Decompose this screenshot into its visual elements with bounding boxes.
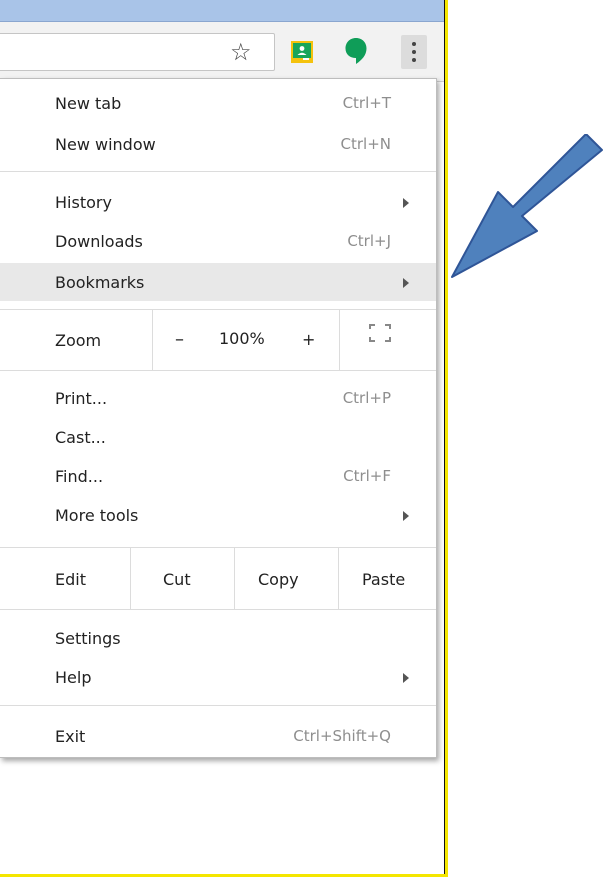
menu-item-shortcut: Ctrl+N (340, 135, 391, 153)
chrome-main-menu: New tab Ctrl+T New window Ctrl+N History… (0, 78, 437, 758)
edit-label: Edit (55, 570, 86, 589)
edit-row: Edit Cut Copy Paste (0, 548, 436, 609)
menu-item-label: Bookmarks (55, 273, 145, 292)
menu-item-shortcut: Ctrl+Shift+Q (293, 727, 391, 745)
menu-divider (0, 609, 436, 610)
more-options-icon[interactable] (401, 35, 427, 69)
menu-item-label: History (55, 193, 112, 212)
zoom-row: Zoom – 100% + (0, 310, 436, 370)
submenu-arrow-icon (403, 198, 409, 208)
menu-item-label: Cast... (55, 428, 106, 447)
paste-button[interactable]: Paste (362, 570, 405, 589)
menu-item-shortcut: Ctrl+J (347, 232, 391, 250)
menu-item-help[interactable]: Help (0, 661, 436, 693)
menu-item-shortcut: Ctrl+T (342, 94, 391, 112)
menu-item-find[interactable]: Find... Ctrl+F (0, 460, 436, 492)
hangouts-icon[interactable] (344, 37, 368, 65)
zoom-in-button[interactable]: + (302, 330, 315, 349)
address-bar[interactable]: ☆ (0, 33, 275, 71)
menu-divider (0, 171, 436, 172)
browser-window: ☆ New tab Ctrl+T New window Ctrl+N Histo… (0, 0, 446, 877)
menu-divider (339, 310, 340, 370)
google-classroom-icon[interactable] (290, 40, 314, 64)
submenu-arrow-icon (403, 511, 409, 521)
menu-item-label: More tools (55, 506, 139, 525)
star-icon[interactable]: ☆ (230, 40, 252, 64)
menu-divider (0, 370, 436, 371)
menu-item-new-window[interactable]: New window Ctrl+N (0, 128, 436, 160)
menu-item-label: New tab (55, 94, 122, 113)
menu-item-label: Help (55, 668, 92, 687)
menu-divider (130, 548, 131, 609)
menu-divider (152, 310, 153, 370)
menu-item-history[interactable]: History (0, 186, 436, 218)
menu-item-print[interactable]: Print... Ctrl+P (0, 382, 436, 414)
fullscreen-icon[interactable] (369, 324, 391, 342)
menu-item-shortcut: Ctrl+F (343, 467, 391, 485)
menu-item-label: Downloads (55, 232, 143, 251)
menu-divider (0, 705, 436, 706)
menu-item-shortcut: Ctrl+P (342, 389, 391, 407)
pointer-arrow-icon (451, 134, 603, 278)
menu-item-downloads[interactable]: Downloads Ctrl+J (0, 225, 436, 257)
menu-item-settings[interactable]: Settings (0, 622, 436, 654)
submenu-arrow-icon (403, 278, 409, 288)
zoom-label: Zoom (55, 331, 102, 350)
menu-item-exit[interactable]: Exit Ctrl+Shift+Q (0, 720, 436, 752)
menu-item-label: Exit (55, 727, 86, 746)
menu-divider (338, 548, 339, 609)
cut-button[interactable]: Cut (163, 570, 191, 589)
title-bar (0, 0, 444, 22)
zoom-out-button[interactable]: – (175, 329, 184, 350)
menu-item-label: Find... (55, 467, 104, 486)
menu-divider (234, 548, 235, 609)
menu-item-cast[interactable]: Cast... (0, 421, 436, 453)
zoom-level: 100% (219, 329, 265, 348)
copy-button[interactable]: Copy (258, 570, 299, 589)
menu-item-more-tools[interactable]: More tools (0, 499, 436, 531)
submenu-arrow-icon (403, 673, 409, 683)
menu-item-new-tab[interactable]: New tab Ctrl+T (0, 87, 436, 119)
menu-item-label: Print... (55, 389, 108, 408)
browser-toolbar: ☆ (0, 22, 444, 82)
menu-item-bookmarks[interactable]: Bookmarks (0, 263, 436, 301)
menu-item-label: New window (55, 135, 156, 154)
menu-item-label: Settings (55, 629, 121, 648)
